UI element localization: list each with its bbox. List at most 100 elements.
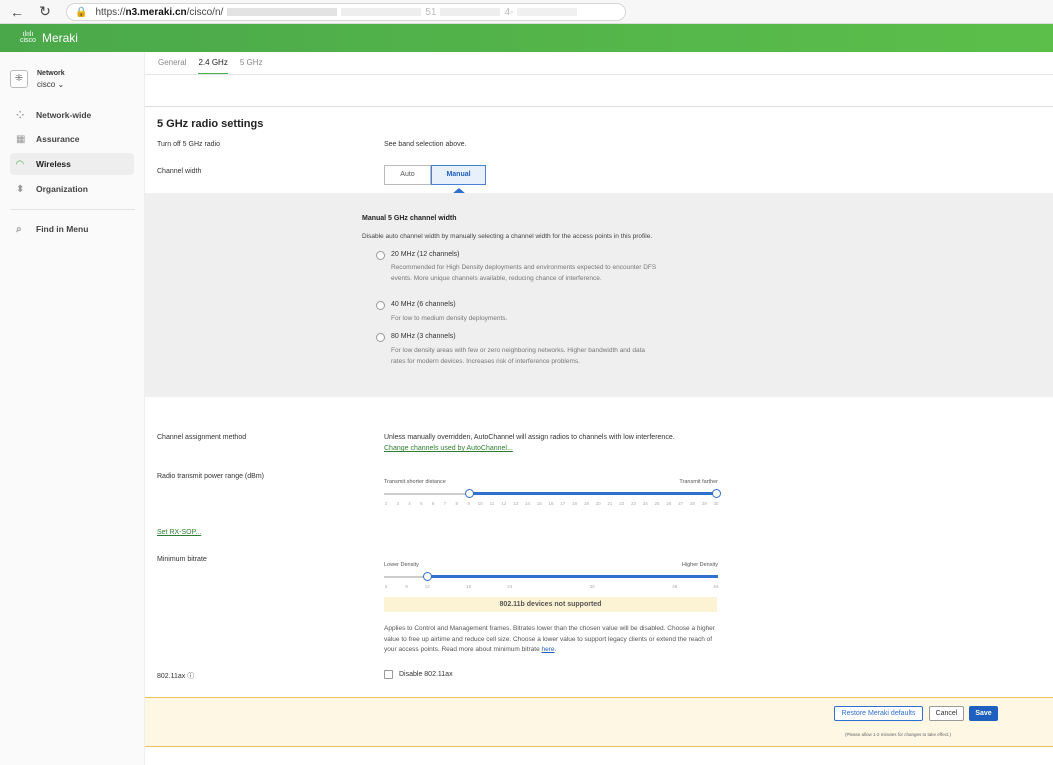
slider-ticks: 6 9 12 18 24 36 48 54 xyxy=(384,584,719,591)
power-range-slider[interactable]: Transmit shorter distance Transmit farth… xyxy=(384,479,721,508)
section-title: 5 GHz radio settings xyxy=(157,118,264,130)
sidebar-item-network-wide[interactable]: ⁘ Network-wide xyxy=(10,104,134,126)
turn-off-label: Turn off 5 GHz radio xyxy=(157,141,221,148)
url-text-fragment: 51 xyxy=(425,6,437,18)
url-text-fragment: 4- xyxy=(504,6,514,18)
radio-desc: Recommended for High Density deployments… xyxy=(391,264,657,282)
slider-fill xyxy=(427,575,718,578)
network-selector[interactable]: cisco ⌄ xyxy=(37,80,64,89)
back-arrow-icon[interactable]: ← xyxy=(6,4,28,20)
slider-tick-label: 6 xyxy=(431,501,435,506)
radio-desc: For low density areas with few or zero n… xyxy=(391,347,645,365)
disable-ax-checkbox[interactable] xyxy=(384,670,393,679)
ax-label: 802.11ax ⓘ xyxy=(157,673,195,680)
url-redacted xyxy=(227,8,338,16)
slider-track[interactable] xyxy=(384,489,721,499)
divider xyxy=(145,106,1053,107)
slider-track[interactable] xyxy=(384,572,718,582)
band-tabs: General 2.4 GHz 5 GHz xyxy=(158,58,262,75)
tab-general[interactable]: General xyxy=(158,58,186,75)
url-redacted xyxy=(440,8,501,16)
slider-tick-label: 8 xyxy=(455,501,458,506)
url-redacted xyxy=(517,8,578,16)
sidebar-item-label: Organization xyxy=(36,184,88,194)
slider-tick-label: 16 xyxy=(548,501,554,506)
url-redacted xyxy=(341,8,422,16)
radio-80mhz[interactable] xyxy=(376,333,385,342)
tab-5ghz[interactable]: 5 GHz xyxy=(240,58,263,75)
slider-left-end-label: Transmit shorter distance xyxy=(384,479,446,485)
app-header: ılıılı cisco Meraki xyxy=(0,24,1053,52)
network-wide-icon: ⁘ xyxy=(16,109,25,121)
bitrate-slider[interactable]: Lower Density Higher Density 6 9 12 18 24 36 4… xyxy=(384,562,719,591)
slider-tick-label: 23 xyxy=(630,501,637,506)
slider-tick-label: 12 xyxy=(424,584,430,589)
autochannel-link[interactable]: Change channels used by AutoChannel... xyxy=(384,445,513,452)
slider-tick-label: 13 xyxy=(513,501,519,506)
bitrate-help-link[interactable]: here xyxy=(542,646,555,653)
slider-left-end-label: Lower Density xyxy=(384,562,419,568)
organization-icon: ⬍ xyxy=(16,183,25,195)
bitrate-help-text: Applies to Control and Management frames… xyxy=(384,624,724,656)
save-button[interactable]: Save xyxy=(969,706,998,721)
browser-toolbar: ← ↻ 🔒 https://n3.meraki.cn/cisco/n/ 51 4… xyxy=(0,0,1053,24)
slider-tick-label: 15 xyxy=(536,501,542,506)
sidebar-item-label: Assurance xyxy=(36,134,80,144)
sidebar-item-label: Wireless xyxy=(36,159,71,169)
slider-tick-label: 12 xyxy=(501,501,507,506)
slider-tick-label: 18 xyxy=(572,501,578,506)
slider-tick-label: 4 xyxy=(408,501,411,506)
assurance-icon: ▦ xyxy=(16,133,26,145)
radio-40mhz[interactable] xyxy=(376,301,385,310)
reload-icon[interactable]: ↻ xyxy=(34,3,56,20)
channel-width-label: Channel width xyxy=(157,168,202,175)
slider-right-end-label: Transmit farther xyxy=(679,479,718,485)
slider-tick-label: 20 xyxy=(595,501,601,506)
sidebar-item-organization[interactable]: ⬍ Organization xyxy=(10,178,134,200)
tab-2-4ghz[interactable]: 2.4 GHz xyxy=(198,58,228,75)
network-icon[interactable]: ⁜ xyxy=(10,70,28,88)
slider-handle-max[interactable] xyxy=(712,489,721,498)
cancel-button[interactable]: Cancel xyxy=(929,706,964,721)
radio-label: 40 MHz (6 channels) xyxy=(391,301,456,308)
channel-width-auto-button[interactable]: Auto xyxy=(384,165,431,185)
channel-width-toggle: Auto Manual xyxy=(384,165,486,185)
minimum-bitrate-label: Minimum bitrate xyxy=(157,556,207,563)
save-note: (Please allow 1-2 minutes for changes to… xyxy=(845,732,951,737)
bitrate-warning: 802.11b devices not supported xyxy=(384,597,717,612)
disable-ax-label: Disable 802.11ax xyxy=(399,671,453,678)
slider-tick-label: 27 xyxy=(678,501,684,506)
lock-icon: 🔒 xyxy=(75,6,88,18)
slider-tick-label: 5 xyxy=(420,501,423,506)
slider-tick-label: 25 xyxy=(654,501,660,506)
manual-panel-desc: Disable auto channel width by manually s… xyxy=(362,233,653,240)
cisco-logo: ılıılı cisco xyxy=(20,31,36,44)
rx-sop-link[interactable]: Set RX-SOP... xyxy=(157,529,201,536)
slider-tick-label: 26 xyxy=(666,501,672,506)
channel-width-manual-button[interactable]: Manual xyxy=(431,165,486,185)
slider-fill xyxy=(468,492,716,495)
sidebar-item-find-in-menu[interactable]: ⌕ Find in Menu xyxy=(10,218,134,240)
slider-tick-label: 11 xyxy=(489,501,495,506)
network-label: Network xyxy=(37,70,65,77)
sidebar-item-wireless[interactable]: ◠ Wireless xyxy=(10,153,134,175)
slider-handle[interactable] xyxy=(423,572,433,581)
brand-name: Meraki xyxy=(41,31,78,45)
slider-tick-label: 48 xyxy=(672,584,678,589)
slider-tick-label: 21 xyxy=(607,501,613,506)
address-bar[interactable]: 🔒 https://n3.meraki.cn/cisco/n/ 51 4- xyxy=(66,3,626,21)
radio-20mhz[interactable] xyxy=(376,251,385,260)
sidebar-item-assurance[interactable]: ▦ Assurance xyxy=(10,128,134,150)
slider-tick-label: 24 xyxy=(642,501,648,506)
save-bar xyxy=(145,697,1053,747)
slider-tick-label: 10 xyxy=(477,501,483,506)
radio-label: 20 MHz (12 channels) xyxy=(391,251,460,258)
power-range-label: Radio transmit power range (dBm) xyxy=(157,473,264,480)
slider-handle-min[interactable] xyxy=(464,489,474,498)
restore-defaults-button[interactable]: Restore Meraki defaults xyxy=(834,706,923,721)
slider-tick-label: 18 xyxy=(465,584,472,589)
channel-assignment-label: Channel assignment method xyxy=(157,434,247,441)
slider-right-end-label: Higher Density xyxy=(681,562,718,568)
channel-assignment-text: Unless manually overridden, AutoChannel … xyxy=(384,434,675,441)
wifi-icon: ◠ xyxy=(16,158,24,170)
